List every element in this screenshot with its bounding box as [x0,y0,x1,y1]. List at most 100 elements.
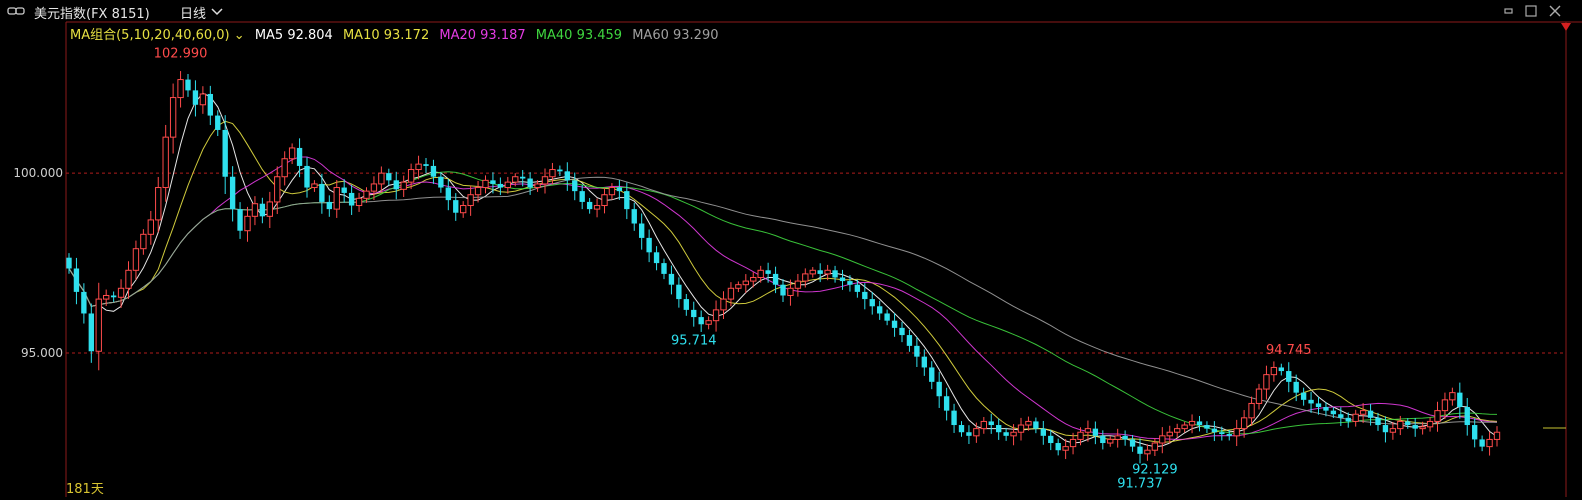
candle-down [229,176,236,210]
candle-up [973,428,980,437]
candle-down [765,270,771,274]
candle-down [1055,443,1061,451]
candle-down [1323,407,1329,411]
candle-up [333,187,340,210]
candle-down [215,115,221,130]
candle-up [199,93,207,106]
candle-down [929,367,935,382]
candle-up [95,298,102,352]
candle-down [497,183,504,188]
candle-up [1181,424,1188,430]
candle-down [564,171,570,181]
candle-up [705,320,712,325]
candle-up [1017,424,1025,433]
candle-down [81,291,87,314]
candle-down [1338,414,1344,418]
candle-down [661,263,667,274]
candle-down [1219,432,1225,435]
candle-down [624,191,630,210]
candle-up [593,205,601,210]
candle-down [110,295,117,298]
candle-down [423,164,429,166]
candle-down [951,410,957,426]
candle-down [676,284,682,300]
corner-marker-icon [1561,23,1571,31]
candle-down [438,176,444,188]
candle-up [1077,431,1084,440]
y-tick-label: 95.000 [21,346,63,360]
day-count: 181天 [66,482,104,497]
candle-down [877,306,883,314]
candle-down [921,356,927,368]
candle-up [266,201,273,217]
price-chart[interactable]: 100.000 95.000 102.990 95.714 94.745 91.73792… [0,0,1582,500]
candle-down [691,309,697,318]
candle-down [966,432,972,436]
candle-up [1062,446,1069,451]
candle-up [1144,449,1151,455]
candle-up [1188,420,1196,426]
candle-up [177,79,184,99]
candle-up [1389,428,1397,433]
candle-up [1270,366,1278,376]
candle-up [750,276,757,282]
candle-up [355,197,363,207]
candle-down [817,270,823,274]
candle-up [1397,420,1404,430]
candle-down [891,320,898,328]
candle-up [549,169,556,178]
candle-down [1412,425,1418,429]
candle-down [222,129,228,177]
candle-down [1226,434,1232,436]
candle-down [520,176,526,179]
candle-up [802,273,809,282]
candle-up [1174,428,1181,433]
candle-down [185,79,191,91]
candle-up [735,284,742,289]
candle-down [1137,446,1143,454]
extreme-label: 91.737 [1117,476,1163,491]
candle-down [1300,392,1307,400]
candle-up [1114,435,1121,440]
candle-down [832,270,838,278]
candle-down [884,313,890,321]
candle-up [608,187,616,196]
candle-up [601,194,608,207]
candle-up [1493,431,1501,440]
candle-down [1040,428,1046,436]
candle-down [1382,425,1389,433]
candle-up [140,233,147,250]
candle-down [1286,371,1292,382]
candle-up [407,169,415,183]
candle-up [147,219,154,235]
candle-up [1248,402,1255,419]
candle-down [192,90,199,105]
candle-up [1263,374,1270,390]
candle-down [304,165,310,188]
candle-up [400,181,407,190]
candle-down [326,201,332,210]
candle-up [288,147,296,160]
candle-down [1330,410,1337,415]
candle-up [1166,431,1173,437]
candle-down [1405,421,1411,426]
candle-up [727,287,735,300]
candle-up [712,309,720,322]
candle-down [1092,428,1099,436]
candle-up [482,179,489,189]
candle-up [794,280,802,289]
candle-down [207,93,213,116]
candle-up [162,136,169,189]
candle-down [847,281,853,285]
candle-up [742,280,749,286]
candle-down [683,299,689,310]
candle-up [1419,426,1426,430]
candle-down [1367,410,1374,418]
candle-up [720,298,727,311]
candle-up [534,183,541,189]
candle-down [296,147,303,166]
candle-down [88,313,94,352]
candle-up [1159,435,1166,444]
candle-down [1308,399,1314,404]
candle-up [787,287,794,296]
